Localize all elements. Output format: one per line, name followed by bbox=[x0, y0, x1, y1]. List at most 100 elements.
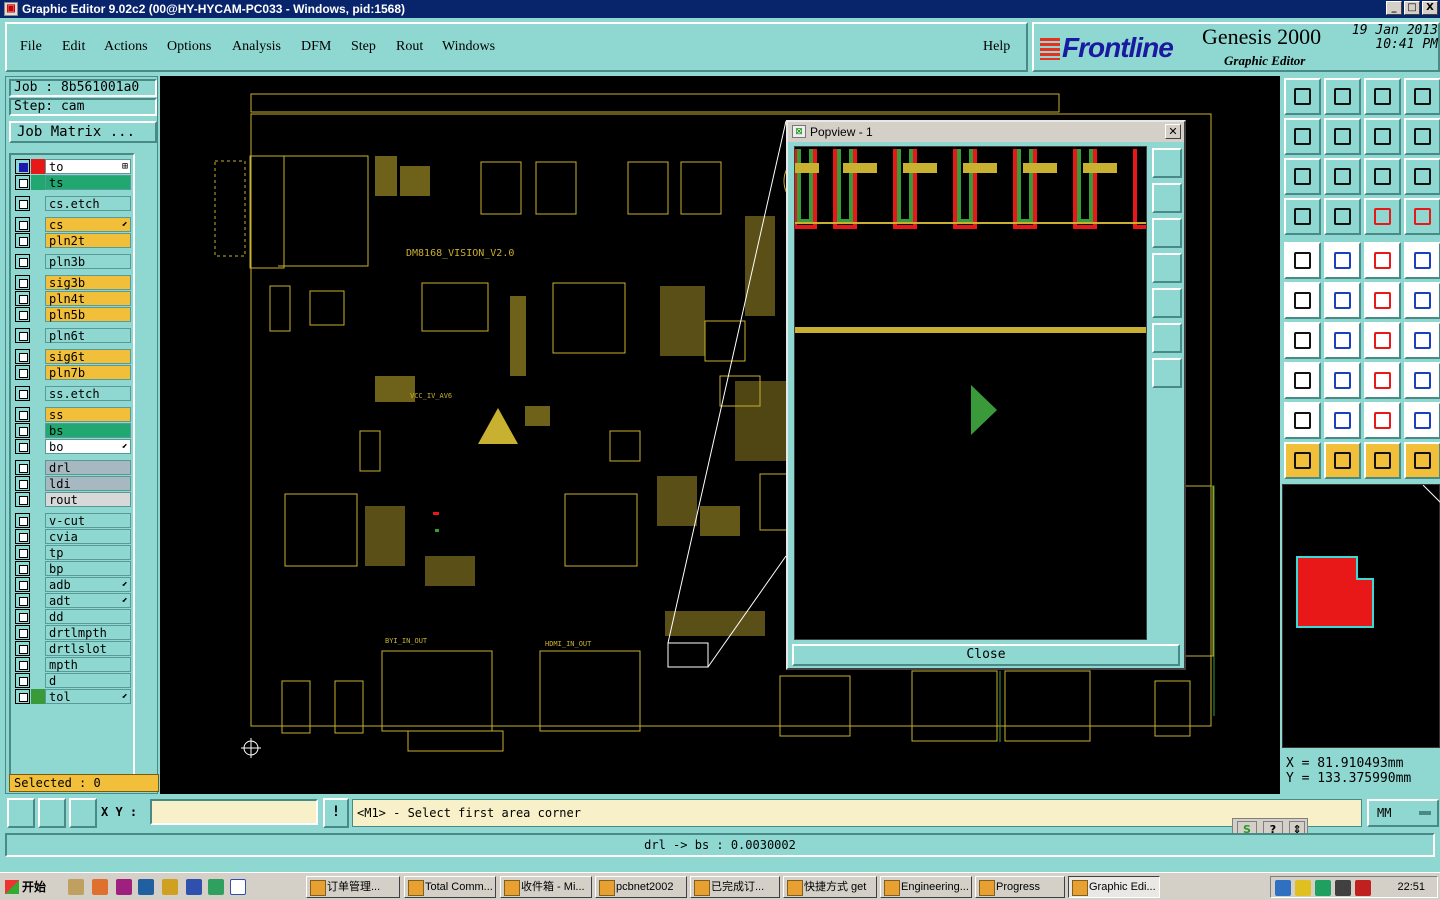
layer-color-swatch[interactable] bbox=[31, 609, 45, 624]
popview-pan-down-icon[interactable] bbox=[1152, 218, 1182, 248]
menu-help[interactable]: Help bbox=[983, 39, 1010, 55]
layer-color-swatch[interactable] bbox=[31, 641, 45, 656]
import-icon[interactable] bbox=[1284, 78, 1321, 115]
layer-checkbox[interactable] bbox=[15, 492, 30, 507]
layer-row[interactable]: drtlslot bbox=[15, 641, 131, 656]
taskbar-item[interactable]: 订单管理... bbox=[306, 876, 400, 898]
layer-checkbox[interactable] bbox=[15, 439, 30, 454]
taskbar-item[interactable]: Total Comm... bbox=[404, 876, 496, 898]
layer-checkbox[interactable] bbox=[15, 159, 30, 174]
popview-zoom-fit-icon[interactable] bbox=[1152, 148, 1182, 178]
layer-name[interactable]: drtlslot bbox=[45, 641, 131, 656]
layer-row[interactable]: rout bbox=[15, 492, 131, 507]
quicklaunch-globe-icon[interactable] bbox=[208, 879, 224, 895]
menu-rout[interactable]: Rout bbox=[396, 39, 423, 55]
xy-input[interactable] bbox=[150, 799, 318, 825]
next-step-icon[interactable] bbox=[1324, 118, 1361, 155]
layer-name[interactable]: d bbox=[45, 673, 131, 688]
layer-checkbox[interactable] bbox=[15, 625, 30, 640]
triangle-a-icon[interactable] bbox=[1324, 402, 1361, 439]
layer-color-swatch[interactable] bbox=[31, 275, 45, 290]
taskbar-item[interactable]: pcbnet2002 bbox=[595, 876, 687, 898]
layer-color-swatch[interactable] bbox=[31, 561, 45, 576]
quicklaunch-save-icon[interactable] bbox=[186, 879, 202, 895]
layer-row[interactable]: to ⊞ bbox=[15, 159, 131, 174]
layer-checkbox[interactable] bbox=[15, 641, 30, 656]
quicklaunch-folder-icon[interactable] bbox=[68, 879, 84, 895]
layer-row[interactable]: bp bbox=[15, 561, 131, 576]
layer-row[interactable]: ss bbox=[15, 407, 131, 422]
layer-checkbox[interactable] bbox=[15, 407, 30, 422]
layer-color-swatch[interactable] bbox=[31, 349, 45, 364]
layer-name[interactable]: mpth bbox=[45, 657, 131, 672]
layer-row[interactable]: pln2t bbox=[15, 233, 131, 248]
layer-row[interactable]: pln7b bbox=[15, 365, 131, 380]
layer-color-swatch[interactable] bbox=[31, 689, 45, 704]
layer-checkbox[interactable] bbox=[15, 233, 30, 248]
layer-color-swatch[interactable] bbox=[31, 407, 45, 422]
layer-pink-icon[interactable] bbox=[1404, 198, 1440, 235]
menu-dfm[interactable]: DFM bbox=[301, 39, 331, 55]
layer-row[interactable]: bs bbox=[15, 423, 131, 438]
pad-select-icon[interactable] bbox=[1404, 242, 1440, 279]
select-lasso-icon[interactable] bbox=[1364, 442, 1401, 479]
layer-name[interactable]: sig6t bbox=[45, 349, 131, 364]
measure-icon[interactable] bbox=[38, 798, 66, 828]
move-feature-icon[interactable] bbox=[1364, 282, 1401, 319]
layer-name[interactable]: pln7b bbox=[45, 365, 131, 380]
taskbar-item[interactable]: Engineering... bbox=[880, 876, 972, 898]
quicklaunch-paint-icon[interactable] bbox=[92, 879, 108, 895]
layer-name[interactable]: ss.etch bbox=[45, 386, 131, 401]
layer-row[interactable]: ldi bbox=[15, 476, 131, 491]
layer-name[interactable]: to ⊞ bbox=[45, 159, 131, 174]
quicklaunch-desktop-icon[interactable] bbox=[230, 879, 246, 895]
taskbar-item[interactable]: Graphic Edi... bbox=[1068, 876, 1160, 898]
pad-add-icon[interactable] bbox=[1284, 362, 1321, 399]
layer-name[interactable]: bo ⬋ bbox=[45, 439, 131, 454]
popview-zoom-in-icon[interactable] bbox=[1152, 323, 1182, 353]
layer-row[interactable]: cs ⬋ bbox=[15, 217, 131, 232]
layer-checkbox[interactable] bbox=[15, 577, 30, 592]
layer-row[interactable]: pln3b bbox=[15, 254, 131, 269]
layer-color-swatch[interactable] bbox=[31, 625, 45, 640]
popview-titlebar[interactable]: ⊠ Popview - 1 ✕ bbox=[788, 122, 1184, 142]
layer-checkbox[interactable] bbox=[15, 217, 30, 232]
quicklaunch-app-icon[interactable] bbox=[138, 879, 154, 895]
layer-color-swatch[interactable] bbox=[31, 492, 45, 507]
cross-delete-icon[interactable] bbox=[1324, 282, 1361, 319]
net-connect-icon[interactable] bbox=[1284, 282, 1321, 319]
layer-color-swatch[interactable] bbox=[31, 217, 45, 232]
export-icon[interactable] bbox=[1324, 78, 1361, 115]
arc-icon[interactable] bbox=[1364, 322, 1401, 359]
triangle-warning-icon[interactable] bbox=[1284, 402, 1321, 439]
layer-checkbox[interactable] bbox=[15, 513, 30, 528]
layer-checkbox[interactable] bbox=[15, 673, 30, 688]
triangle-c-icon[interactable] bbox=[1404, 402, 1440, 439]
layer-checkbox[interactable] bbox=[15, 545, 30, 560]
grid-snap-icon[interactable] bbox=[69, 798, 97, 828]
layer-row[interactable]: adt ⬋ bbox=[15, 593, 131, 608]
text-icon[interactable] bbox=[1404, 322, 1440, 359]
menu-actions[interactable]: Actions bbox=[104, 39, 148, 55]
layer-row[interactable]: mpth bbox=[15, 657, 131, 672]
tray-sync-icon[interactable] bbox=[1315, 880, 1331, 896]
layer-checkbox[interactable] bbox=[15, 529, 30, 544]
layer-name[interactable]: adb ⬋ bbox=[45, 577, 131, 592]
layer-name[interactable]: drl bbox=[45, 460, 131, 475]
layer-row[interactable]: pln5b bbox=[15, 307, 131, 322]
menu-windows[interactable]: Windows bbox=[442, 39, 495, 55]
draw-line-icon[interactable] bbox=[1324, 322, 1361, 359]
quicklaunch-x-icon[interactable] bbox=[116, 879, 132, 895]
layer-checkbox[interactable] bbox=[15, 476, 30, 491]
query-icon[interactable] bbox=[1404, 158, 1440, 195]
taskbar-item[interactable]: 收件箱 - Mi... bbox=[500, 876, 592, 898]
layer-checkbox[interactable] bbox=[15, 561, 30, 576]
layer-name[interactable]: dd bbox=[45, 609, 131, 624]
job-matrix-button[interactable]: Job Matrix ... bbox=[9, 121, 157, 143]
menu-file[interactable]: File bbox=[20, 39, 42, 55]
layer-name[interactable]: pln6t bbox=[45, 328, 131, 343]
layer-checkbox[interactable] bbox=[15, 689, 30, 704]
layer-color-swatch[interactable] bbox=[31, 577, 45, 592]
layer-name[interactable]: ts bbox=[45, 175, 131, 190]
popview-close-button[interactable]: Close bbox=[792, 644, 1180, 666]
